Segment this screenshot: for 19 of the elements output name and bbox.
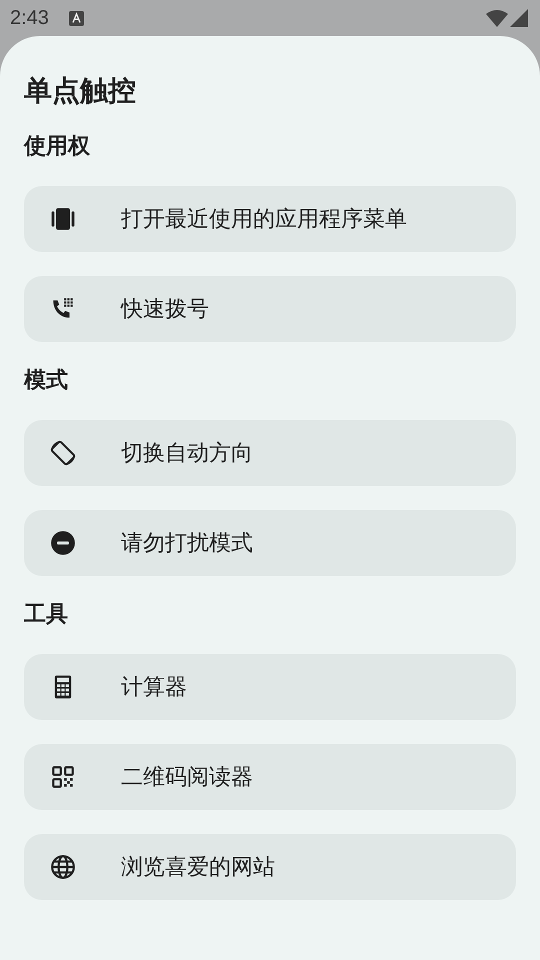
section-header: 使用权 xyxy=(24,133,92,161)
menu-item[interactable]: 快速拨号 xyxy=(24,276,516,342)
menu-item[interactable]: 打开最近使用的应用程序菜单 xyxy=(24,186,516,252)
minus-circle-icon xyxy=(50,530,76,556)
menu-item[interactable]: 二维码阅读器 xyxy=(24,744,516,810)
page-title: 单点触控 xyxy=(24,73,137,109)
wifi-icon xyxy=(486,9,508,27)
globe-icon xyxy=(50,854,76,880)
status-time: 2:43 xyxy=(10,6,49,30)
menu-item[interactable]: 切换自动方向 xyxy=(24,420,516,486)
recent-apps-icon xyxy=(50,206,76,232)
section-header: 模式 xyxy=(24,367,69,395)
rotate-icon xyxy=(48,438,78,468)
qr-code-icon xyxy=(50,764,76,790)
menu-item[interactable]: 计算器 xyxy=(24,654,516,720)
section-header: 工具 xyxy=(24,601,69,629)
menu-item[interactable]: 浏览喜爱的网站 xyxy=(24,834,516,900)
menu-item[interactable]: 请勿打扰模式 xyxy=(24,510,516,576)
signal-icon xyxy=(510,9,528,27)
